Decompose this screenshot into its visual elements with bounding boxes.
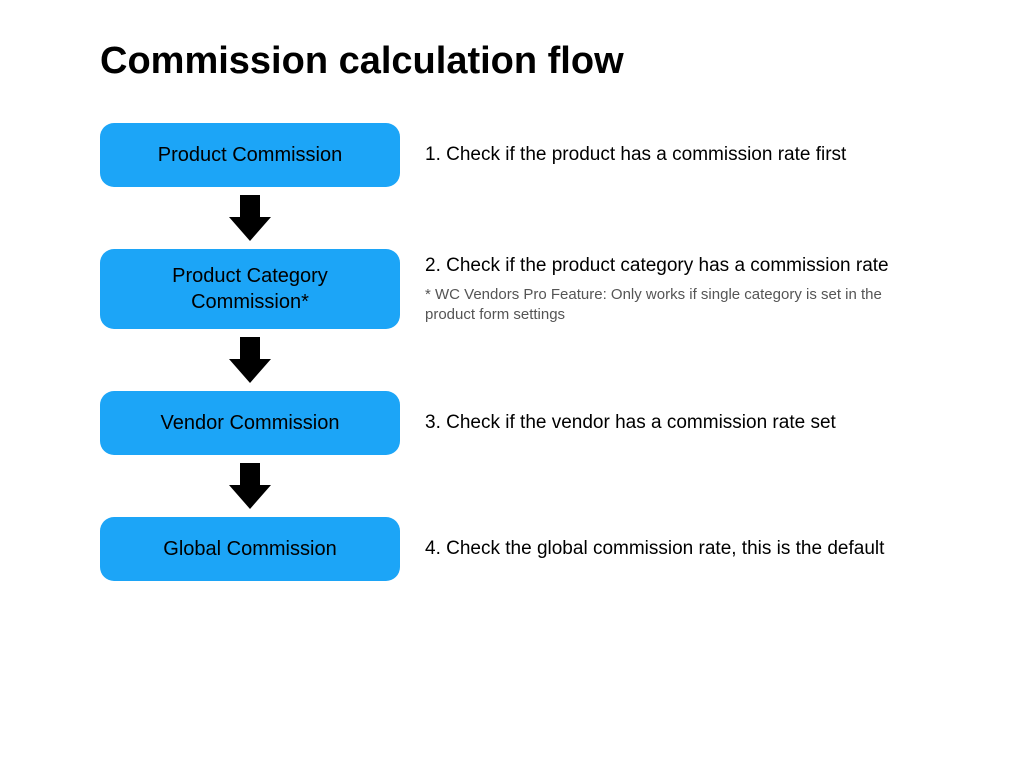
step-description: 1. Check if the product has a commission… — [425, 142, 846, 168]
step-row-4: Global Commission 4. Check the global co… — [100, 517, 924, 581]
down-arrow-icon — [227, 335, 273, 385]
step-description: 4. Check the global commission rate, thi… — [425, 536, 884, 562]
step-row-3: Vendor Commission 3. Check if the vendor… — [100, 391, 924, 455]
down-arrow-icon — [227, 193, 273, 243]
step-desc-wrap: 4. Check the global commission rate, thi… — [425, 536, 884, 562]
step-description: 2. Check if the product category has a c… — [425, 253, 915, 279]
step-box-label: Global Commission — [163, 536, 336, 562]
step-box-label: Product Commission — [158, 142, 343, 168]
step-box-global: Global Commission — [100, 517, 400, 581]
arrow-row — [100, 187, 400, 249]
step-box-vendor: Vendor Commission — [100, 391, 400, 455]
step-box-category: Product Category Commission* — [100, 249, 400, 329]
down-arrow-icon — [227, 461, 273, 511]
step-desc-wrap: 1. Check if the product has a commission… — [425, 142, 846, 168]
step-desc-wrap: 2. Check if the product category has a c… — [425, 253, 915, 325]
flow-container: Product Commission 1. Check if the produ… — [100, 123, 924, 581]
step-box-product: Product Commission — [100, 123, 400, 187]
step-note: * WC Vendors Pro Feature: Only works if … — [425, 285, 915, 326]
step-row-1: Product Commission 1. Check if the produ… — [100, 123, 924, 187]
step-row-2: Product Category Commission* 2. Check if… — [100, 249, 924, 329]
page-title: Commission calculation flow — [100, 40, 924, 83]
arrow-row — [100, 455, 400, 517]
step-description: 3. Check if the vendor has a commission … — [425, 410, 836, 436]
step-box-label: Product Category Commission* — [120, 263, 380, 315]
arrow-row — [100, 329, 400, 391]
step-desc-wrap: 3. Check if the vendor has a commission … — [425, 410, 836, 436]
step-box-label: Vendor Commission — [161, 410, 340, 436]
